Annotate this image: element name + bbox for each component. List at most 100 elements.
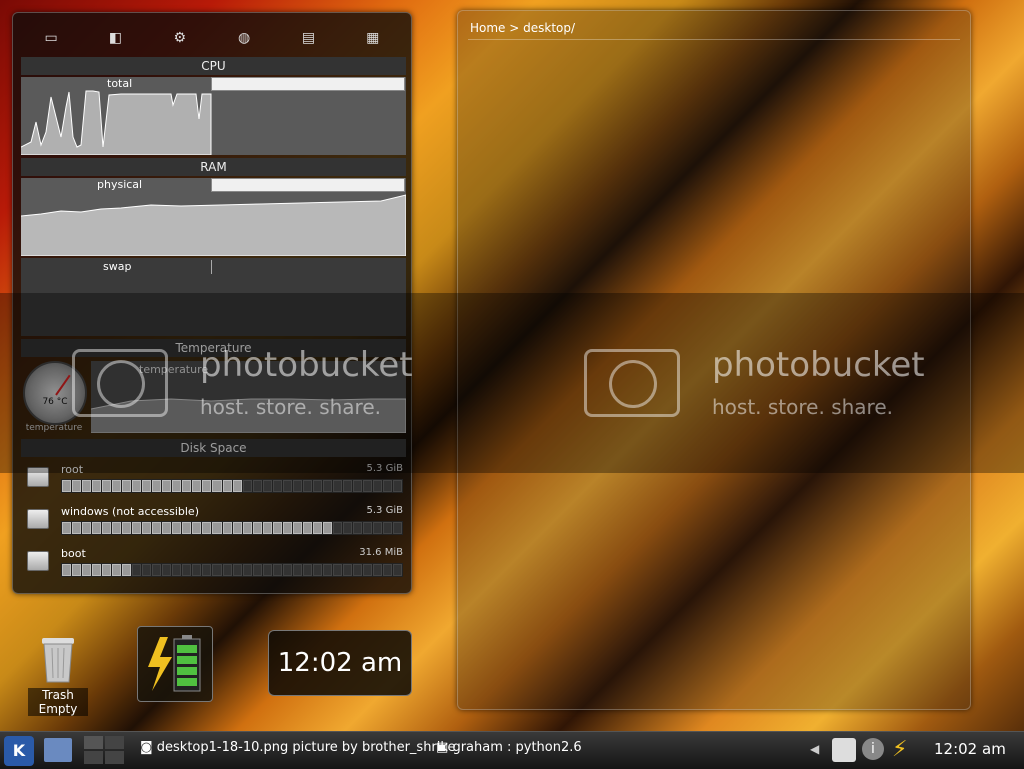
cpu-total-label: total	[107, 77, 133, 90]
ram-physical-graph: physical	[21, 178, 406, 256]
disk-bar-segment	[182, 564, 192, 576]
disk-bar-segment	[112, 522, 122, 534]
devices-icon[interactable]: ⚙	[165, 24, 195, 52]
disk-bar-segment	[112, 480, 122, 492]
disk-bar-segment	[252, 480, 262, 492]
cpu-header: CPU	[21, 57, 406, 75]
globe-icon[interactable]: ◍	[229, 24, 259, 52]
disk-bar-segment	[202, 522, 212, 534]
disk-bar-segment	[362, 522, 372, 534]
watermark-title: photobucket	[200, 345, 413, 385]
disk-bar-segment	[102, 522, 112, 534]
disk-bar-segment	[222, 480, 232, 492]
disk-bar-segment	[202, 480, 212, 492]
disk-bar-segment	[162, 522, 172, 534]
disk-bar-segment	[352, 522, 362, 534]
disk-usage-bar	[61, 521, 403, 535]
disk-bar-segment	[152, 564, 162, 576]
task-item-picture[interactable]: ◙ desktop1-18-10.png picture by brother_…	[140, 740, 455, 755]
disk-bar-segment	[82, 564, 92, 576]
system-monitor-toolbar: ▭ ◧ ⚙ ◍ ▤ ▦	[19, 19, 405, 57]
disk-bar-segment	[122, 522, 132, 534]
disk-bar-segment	[172, 564, 182, 576]
disk-bar-segment	[252, 522, 262, 534]
disk-bar-segment	[393, 564, 403, 576]
disk-bar-segment	[242, 522, 252, 534]
watermark-subtitle: host. store. share.	[712, 395, 893, 419]
disk-bar-segment	[242, 480, 252, 492]
disk-bar-segment	[142, 522, 152, 534]
disk-bar-segment	[122, 564, 132, 576]
disk-bar-segment	[172, 522, 182, 534]
watermark-subtitle: host. store. share.	[200, 395, 381, 419]
disk-bar-segment	[62, 564, 72, 576]
disk-bar-segment	[132, 522, 142, 534]
taskbar-clock[interactable]: 12:02 am	[934, 740, 1006, 758]
kde-menu-icon[interactable]: K	[4, 736, 34, 766]
disk-usage-bar	[61, 479, 403, 493]
disk-bar-segment	[72, 522, 82, 534]
disk-bar-segment	[322, 522, 332, 534]
hard-disk-icon[interactable]: ◧	[100, 24, 130, 52]
disk-bar-segment	[312, 480, 322, 492]
disk-bar-segment	[332, 522, 342, 534]
trash-can-icon	[42, 638, 74, 683]
ram-swap-label: swap	[103, 260, 132, 273]
disk-bar-segment	[272, 564, 282, 576]
disk-bar-segment	[312, 564, 322, 576]
disk-bar-segment	[132, 564, 142, 576]
battery-widget[interactable]	[137, 626, 213, 702]
chip-icon[interactable]: ▦	[358, 24, 388, 52]
disk-bar-segment	[72, 564, 82, 576]
disk-bar-segment	[282, 522, 292, 534]
trash-label-status: Empty	[38, 702, 78, 716]
disk-bar-segment	[393, 522, 403, 534]
disk-bar-segment	[342, 564, 352, 576]
disk-bar-segment	[102, 564, 112, 576]
disk-bar-segment	[132, 480, 142, 492]
watermark-title: photobucket	[712, 345, 925, 385]
disk-bar-segment	[92, 522, 102, 534]
disk-bar-segment	[272, 522, 282, 534]
digital-clock-widget[interactable]: 12:02 am	[268, 630, 412, 696]
info-icon[interactable]: i	[862, 738, 884, 760]
show-desktop-icon[interactable]	[44, 738, 72, 762]
disk-bar-segment	[212, 522, 222, 534]
breadcrumb[interactable]: Home > desktop/	[470, 21, 575, 35]
terminal-icon: ▣	[436, 740, 449, 755]
disk-bar-segment	[222, 564, 232, 576]
disk-name: windows (not accessible)	[61, 505, 199, 518]
disk-bar-segment	[232, 564, 242, 576]
task-label: graham : python2.6	[452, 740, 582, 755]
battery-device-icon[interactable]: ▤	[293, 24, 323, 52]
disk-name: boot	[61, 547, 86, 560]
disk-bar-segment	[172, 480, 182, 492]
disk-bar-segment	[92, 564, 102, 576]
disk-bar-segment	[332, 480, 342, 492]
disk-bar-segment	[152, 522, 162, 534]
task-item-terminal[interactable]: ▣ graham : python2.6	[436, 740, 582, 755]
picture-icon: ◙	[140, 740, 153, 755]
pager[interactable]	[84, 736, 124, 764]
battery-tray-icon[interactable]: ⚡	[892, 736, 922, 764]
disk-boot: boot 31.6 MiB	[27, 547, 407, 583]
ram-header: RAM	[21, 158, 406, 176]
cpu-graph: total	[21, 77, 406, 155]
disk-bar-segment	[302, 480, 312, 492]
disk-size: 5.3 GiB	[366, 505, 403, 516]
disk-bar-segment	[142, 480, 152, 492]
disk-bar-segment	[162, 564, 172, 576]
trash-label[interactable]: Trash Empty	[28, 688, 88, 716]
disk-bar-segment	[82, 522, 92, 534]
disk-bar-segment	[252, 564, 262, 576]
cpu-total-bar	[211, 77, 405, 91]
disk-bar-segment	[362, 564, 372, 576]
disk-bar-segment	[82, 480, 92, 492]
disk-bar-segment	[212, 564, 222, 576]
trash-icon[interactable]	[36, 634, 80, 684]
network-icon[interactable]: ▭	[36, 24, 66, 52]
disk-bar-segment	[332, 564, 342, 576]
clipboard-icon[interactable]	[832, 738, 856, 762]
tray-expand-icon[interactable]: ◀	[810, 742, 819, 756]
disk-bar-segment	[342, 480, 352, 492]
